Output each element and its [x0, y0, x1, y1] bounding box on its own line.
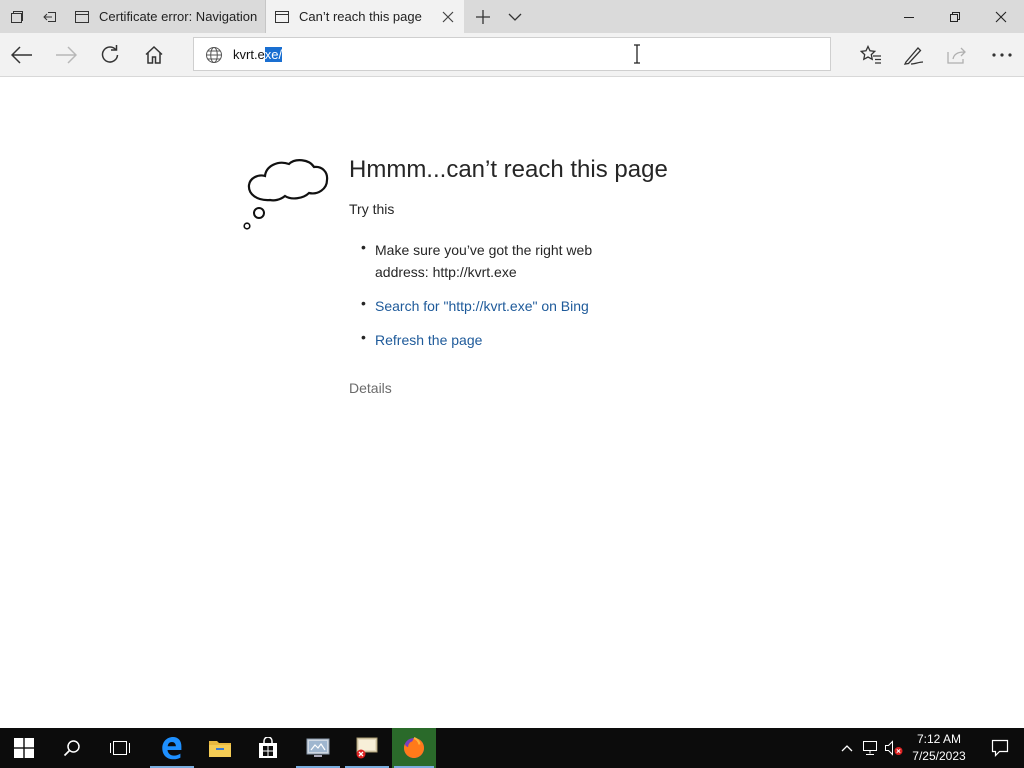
page-icon	[273, 8, 291, 26]
tab-certificate-error[interactable]: Certificate error: Navigation	[66, 0, 266, 33]
search-icon[interactable]	[48, 728, 96, 768]
address-text: kvrt.e	[233, 47, 265, 62]
home-icon[interactable]	[132, 33, 176, 77]
tab-title: Certificate error: Navigation	[99, 9, 258, 24]
back-arrow-icon[interactable]	[0, 33, 44, 77]
store-icon[interactable]	[244, 728, 292, 768]
tab-strip: Certificate error: Navigation Can’t reac…	[0, 0, 1024, 33]
minimize-icon[interactable]	[886, 0, 932, 33]
try-this-heading: Try this	[349, 201, 395, 217]
pen-icon[interactable]	[892, 33, 936, 77]
tab-title: Can’t reach this page	[299, 9, 422, 24]
suggestion-line: address: http://kvrt.exe	[375, 264, 517, 280]
forward-arrow-icon[interactable]	[44, 33, 88, 77]
suggestion-check-address: Make sure you’ve got the right web addre…	[375, 239, 592, 283]
address-selected-text: xe/	[264, 47, 283, 62]
refresh-page-link[interactable]: Refresh the page	[375, 329, 482, 351]
ellipsis-icon[interactable]	[980, 33, 1024, 77]
action-center-icon[interactable]	[976, 728, 1024, 768]
file-explorer-icon[interactable]	[196, 728, 244, 768]
volume-muted-icon[interactable]	[884, 738, 904, 758]
taskbar: 7:12 AM 7/25/2023	[0, 728, 1024, 768]
new-tab-icon[interactable]	[466, 0, 499, 33]
thought-cloud-icon	[240, 148, 330, 234]
set-tabs-aside-icon[interactable]	[33, 0, 66, 33]
restore-icon[interactable]	[932, 0, 978, 33]
page-content: Hmmm...can’t reach this page Try this • …	[0, 78, 1024, 728]
clock-time: 7:12 AM	[916, 732, 962, 746]
suggestion-line: Make sure you’ve got the right web	[375, 242, 593, 258]
start-windows-icon[interactable]	[0, 728, 48, 768]
close-window-icon[interactable]	[978, 0, 1024, 33]
task-view-icon[interactable]	[96, 728, 144, 768]
edge-browser-icon[interactable]	[148, 728, 196, 768]
bullet: •	[361, 239, 366, 255]
network-icon[interactable]	[861, 738, 881, 758]
tab-manager-icon[interactable]	[0, 0, 33, 33]
navigation-bar: kvrt.exe/	[0, 33, 1024, 77]
bullet: •	[361, 295, 366, 311]
network-error-app-icon[interactable]	[343, 728, 391, 768]
tab-preview-chevron-icon[interactable]	[498, 0, 531, 33]
globe-icon	[205, 46, 223, 64]
close-tab-icon[interactable]	[440, 9, 456, 25]
text-cursor-icon	[632, 44, 642, 64]
address-input[interactable]: kvrt.exe/	[233, 46, 283, 63]
system-clock[interactable]: 7:12 AM 7/25/2023	[904, 731, 974, 765]
details-toggle[interactable]: Details	[349, 380, 392, 396]
firefox-icon[interactable]	[392, 728, 436, 768]
bullet: •	[361, 329, 366, 345]
server-manager-icon[interactable]	[294, 728, 342, 768]
search-bing-link[interactable]: Search for "http://kvrt.exe" on Bing	[375, 295, 589, 317]
show-hidden-icons-chevron-icon[interactable]	[837, 738, 857, 758]
favorites-star-icon[interactable]	[849, 33, 893, 77]
tab-cant-reach[interactable]: Can’t reach this page	[266, 0, 464, 33]
clock-date: 7/25/2023	[912, 749, 966, 763]
page-icon	[73, 8, 91, 26]
address-bar[interactable]: kvrt.exe/	[193, 37, 831, 71]
refresh-icon[interactable]	[88, 33, 132, 77]
page-title: Hmmm...can’t reach this page	[349, 156, 668, 183]
share-icon[interactable]	[935, 33, 979, 77]
